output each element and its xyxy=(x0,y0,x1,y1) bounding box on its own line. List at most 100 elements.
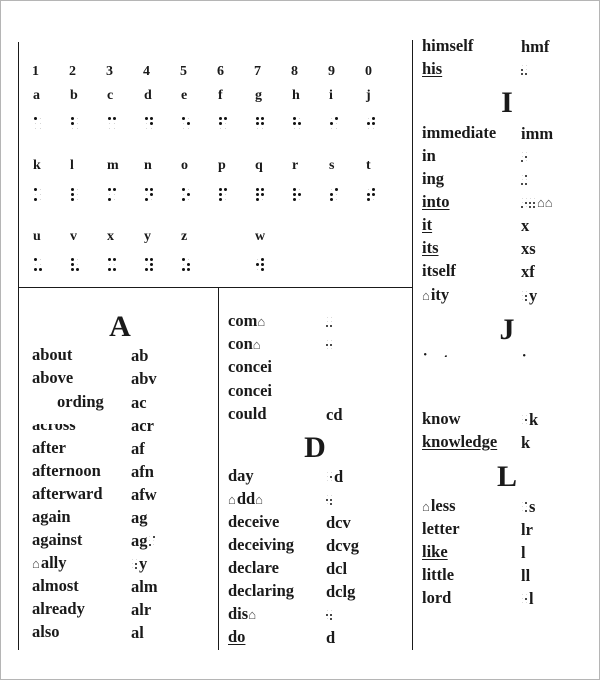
braille-dot xyxy=(293,117,296,120)
braille-dot xyxy=(34,188,37,191)
braille-cell-icon xyxy=(367,188,377,202)
braille-dot xyxy=(108,127,111,130)
braille-dot xyxy=(145,263,148,266)
braille-dot xyxy=(525,298,528,301)
braille-dot xyxy=(150,127,153,130)
braille-dot xyxy=(335,188,338,191)
braille-dot xyxy=(330,502,333,505)
entry-abbreviation: xs xyxy=(521,238,536,260)
braille-cell-icon xyxy=(108,117,118,131)
braille-dot xyxy=(521,198,523,200)
word-text: after xyxy=(32,438,66,457)
braille-dot xyxy=(525,179,527,181)
word-text: com xyxy=(228,311,258,330)
word-text: against xyxy=(32,530,83,549)
braille-dot xyxy=(39,263,42,266)
braille-dot xyxy=(256,122,259,125)
braille-dot xyxy=(34,258,37,261)
braille-dot xyxy=(330,613,333,616)
braille-dot xyxy=(326,495,328,497)
braille-dot xyxy=(108,188,111,191)
braille-dot xyxy=(34,193,37,196)
braille-cell-icon xyxy=(34,258,44,272)
braille-dot xyxy=(187,193,190,196)
braille-dot xyxy=(76,188,79,191)
braille-dot xyxy=(330,475,333,478)
alphabet-letter: d xyxy=(144,88,152,103)
abbreviation-text: k xyxy=(521,433,531,452)
braille-cell-icon xyxy=(145,188,155,202)
braille-dot xyxy=(145,258,148,261)
word-text: into xyxy=(422,192,450,211)
braille-dot xyxy=(224,193,227,196)
braille-dot xyxy=(335,117,338,120)
braille-dot xyxy=(71,122,74,125)
entry-abbreviation: s xyxy=(521,496,535,518)
section-heading: A xyxy=(109,310,131,343)
entry-word: it xyxy=(422,215,432,235)
alphabet-letter: y xyxy=(144,229,151,244)
braille-dot xyxy=(330,127,333,130)
braille-dot xyxy=(145,122,148,125)
braille-dot xyxy=(521,65,523,67)
braille-dot xyxy=(521,419,523,421)
braille-dot xyxy=(521,423,523,425)
abbreviation-text: af xyxy=(131,439,145,458)
number-label: 9 xyxy=(328,64,335,79)
braille-cell-icon xyxy=(148,535,156,547)
number-label: 4 xyxy=(143,64,150,79)
alphabet-letter: z xyxy=(181,229,188,244)
entry-word: against xyxy=(32,530,82,550)
alphabet-letter: e xyxy=(181,88,188,103)
braille-dot xyxy=(224,127,227,130)
braille-dot xyxy=(521,506,523,508)
braille-dot xyxy=(71,263,74,266)
entry-abbreviation: abv xyxy=(131,368,157,390)
braille-dot xyxy=(39,117,42,120)
braille-dot xyxy=(182,188,185,191)
braille-dot xyxy=(372,188,375,191)
contraction-symbol-icon: ⌂ xyxy=(422,499,430,514)
braille-dot xyxy=(330,617,333,620)
entry-abbreviation: afn xyxy=(131,461,154,483)
braille-dot xyxy=(335,127,338,130)
braille-dot xyxy=(521,182,524,185)
braille-dot xyxy=(39,258,42,261)
word-text: his xyxy=(422,59,443,78)
braille-dot xyxy=(39,127,42,130)
braille-dot xyxy=(108,198,111,201)
braille-cell-icon xyxy=(182,188,192,202)
braille-dot xyxy=(525,174,528,177)
braille-dot xyxy=(108,263,111,266)
alphabet-letter: o xyxy=(181,158,188,173)
braille-dot xyxy=(76,193,79,196)
braille-dot xyxy=(521,598,523,600)
contraction-symbol-icon: ⌂ xyxy=(228,492,236,507)
braille-dot xyxy=(367,127,370,130)
braille-dot xyxy=(298,122,301,125)
braille-dot xyxy=(219,188,222,191)
entry-word: declaring xyxy=(228,581,294,601)
braille-dot xyxy=(330,117,333,120)
braille-dot xyxy=(521,68,524,71)
braille-dot xyxy=(76,268,79,271)
braille-cell-icon xyxy=(521,415,528,426)
word-text: like xyxy=(422,542,448,561)
braille-dot xyxy=(219,193,222,196)
braille-dot xyxy=(182,263,185,266)
entry-abbreviation: l xyxy=(521,542,526,564)
braille-cell-icon xyxy=(182,117,192,131)
number-label: 2 xyxy=(69,64,76,79)
word-text: do xyxy=(228,627,246,646)
entry-abbreviation xyxy=(521,146,528,168)
braille-dot xyxy=(108,268,111,271)
braille-dot xyxy=(326,610,328,612)
entry-abbreviation: l xyxy=(521,588,534,610)
entry-word: know xyxy=(422,409,461,429)
braille-dot xyxy=(39,193,42,196)
braille-dot xyxy=(293,127,296,130)
braille-dot xyxy=(153,540,155,542)
braille-dot xyxy=(525,291,527,293)
braille-dot xyxy=(521,202,523,204)
abbreviation-text: y xyxy=(529,286,538,305)
